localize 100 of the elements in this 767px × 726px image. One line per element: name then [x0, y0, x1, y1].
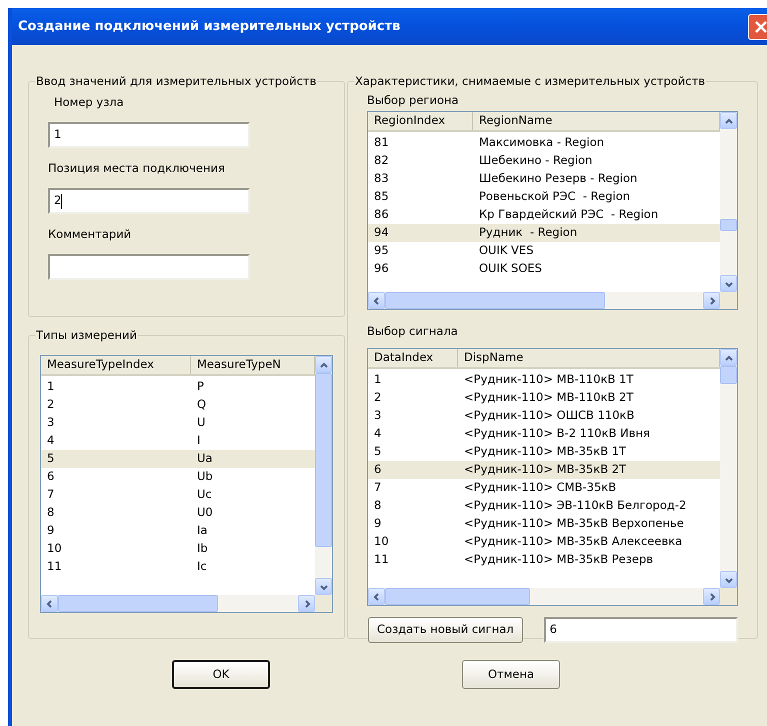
list-cell-text: 5	[373, 443, 382, 460]
scroll-arrow-button[interactable]	[315, 578, 332, 595]
text-field[interactable]	[48, 254, 250, 280]
scroll-arrow-button[interactable]	[720, 571, 737, 588]
list-cell-text: 3	[46, 414, 56, 432]
list-cell-text: 82	[373, 152, 390, 170]
scroll-arrow-button[interactable]	[703, 292, 720, 309]
list-cell-text: 7	[46, 486, 56, 504]
dialog-button[interactable]: Отмена	[462, 660, 560, 689]
list-cell-text: 4	[373, 425, 382, 442]
list-cell-text: Кр Гвардейский РЭС - Region	[478, 206, 660, 224]
list-cell-text: Ua	[196, 450, 214, 468]
list-cell-text: 8	[46, 504, 56, 522]
list-cell-text: 2	[46, 396, 56, 414]
list-cell-text: 85	[373, 188, 390, 206]
list-cell-text: <Рудник-110> МВ-35кВ 2Т	[463, 461, 628, 478]
scroll-arrow-button[interactable]	[703, 588, 720, 605]
scrollbar-thumb[interactable]	[720, 219, 737, 231]
scroll-arrow-button[interactable]	[720, 275, 737, 292]
scrollbar-corner	[720, 292, 737, 309]
text-field[interactable]: 6	[544, 617, 738, 643]
list-cell-text: 81	[373, 134, 390, 152]
list-cell-text: OUIK SOES	[478, 260, 543, 278]
dialog-button[interactable]: OK	[172, 660, 270, 689]
scrollbar-thumb[interactable]	[58, 595, 218, 612]
scroll-arrow-button[interactable]	[41, 595, 58, 612]
list-cell-text: U	[196, 414, 206, 432]
column-header[interactable]: DataIndex	[368, 349, 458, 367]
list-cell-text: 86	[373, 206, 390, 224]
list-cell-text: 83	[373, 170, 390, 188]
list-cell-text: 6	[373, 461, 382, 478]
list-cell-text: OUIK VES	[478, 242, 534, 260]
list-cell-text: U0	[196, 504, 214, 522]
list-cell-text: 11	[373, 551, 390, 568]
scrollbar-thumb[interactable]	[720, 366, 737, 384]
scroll-arrow-button[interactable]	[368, 588, 385, 605]
text-field[interactable]: 2	[48, 188, 250, 214]
scrollbar-corner	[315, 595, 332, 612]
list-cell-text: 94	[373, 224, 390, 242]
list-cell-text: Рудник - Region	[478, 224, 578, 242]
scroll-arrow-button[interactable]	[315, 356, 332, 373]
scroll-arrow-button[interactable]	[720, 349, 737, 366]
list-cell-text: <Рудник-110> МВ-110кВ 1Т	[463, 371, 634, 388]
list-cell-text: <Рудник-110> МВ-35кВ 1Т	[463, 443, 628, 460]
text-field[interactable]: 1	[48, 122, 250, 148]
list-cell-text: 96	[373, 260, 390, 278]
list-cell-text: Uc	[196, 486, 213, 504]
list-cell-text: <Рудник-110> СМВ-35кВ	[463, 479, 618, 496]
window-title: Создание подключений измерительных устройств	[18, 18, 402, 36]
list-cell-text: 10	[373, 533, 390, 550]
scroll-arrow-button[interactable]	[720, 112, 737, 129]
list-cell-text: 3	[373, 407, 382, 424]
list-cell-text: 6	[46, 468, 56, 486]
scrollbar-thumb[interactable]	[315, 373, 332, 547]
list-cell-text: Ровеньской РЭС - Region	[478, 188, 632, 206]
field-label: Позиция места подключения	[48, 160, 226, 177]
list-row[interactable]: 5 Ua	[41, 450, 315, 468]
list-row[interactable]: 6 <Рудник-110> МВ-35кВ 2Т	[368, 461, 720, 479]
list-cell-text: 7	[373, 479, 382, 496]
field-label: Комментарий	[48, 226, 132, 243]
group-title: Ввод значений для измерительных устройств	[35, 74, 318, 89]
scroll-arrow-button[interactable]	[298, 595, 315, 612]
list-cell-text: 9	[46, 522, 56, 540]
scrollbar-thumb[interactable]	[385, 292, 605, 309]
list-cell-text: Шебекино Резерв - Region	[478, 170, 638, 188]
list-cell-text: Q	[196, 396, 208, 414]
list-cell-text: Ic	[196, 558, 208, 576]
list-cell-text: 11	[46, 558, 63, 576]
field-label: Номер узла	[54, 94, 125, 111]
list-cell-text: P	[196, 378, 205, 396]
list-row[interactable]: 94 Рудник - Region	[368, 224, 720, 242]
list-cell-text: 4	[46, 432, 56, 450]
create-signal-button[interactable]: Создать новый сигнал	[368, 617, 523, 643]
list-cell-text: Шебекино - Region	[478, 152, 594, 170]
list-cell-text: Ia	[196, 522, 208, 540]
scroll-arrow-button[interactable]	[368, 292, 385, 309]
list-cell-text: <Рудник-110> МВ-35кВ Алексеевка	[463, 533, 684, 550]
list-cell-text: 2	[373, 389, 382, 406]
group-title: Характеристики, снимаемые с измерительных устройств	[354, 74, 706, 89]
list-cell-text: Ub	[196, 468, 214, 486]
list-cell-text: 95	[373, 242, 390, 260]
scrollbar-thumb[interactable]	[385, 588, 530, 605]
column-header[interactable]: MeasureTypeIndex	[41, 356, 191, 374]
list-cell-text: Максимовка - Region	[478, 134, 606, 152]
section-label: Выбор региона	[367, 92, 460, 109]
list-cell-text: 8	[373, 497, 382, 514]
list-cell-text: Ib	[196, 540, 209, 558]
list-cell-text: 9	[373, 515, 382, 532]
list-cell-text: 10	[46, 540, 63, 558]
list-cell-text: 1	[373, 371, 382, 388]
scrollbar-corner	[720, 588, 737, 605]
group-title: Типы измерений	[35, 328, 138, 343]
close-button[interactable]	[748, 14, 767, 40]
column-header[interactable]: RegionIndex	[368, 112, 473, 130]
section-label: Выбор сигнала	[367, 323, 459, 340]
list-cell-text: 5	[46, 450, 56, 468]
list-cell-text: <Рудник-110> В-2 110кВ Ивня	[463, 425, 651, 442]
list-cell-text: I	[196, 432, 202, 450]
list-cell-text: <Рудник-110> ОШСВ 110кВ	[463, 407, 636, 424]
close-icon	[754, 20, 767, 34]
